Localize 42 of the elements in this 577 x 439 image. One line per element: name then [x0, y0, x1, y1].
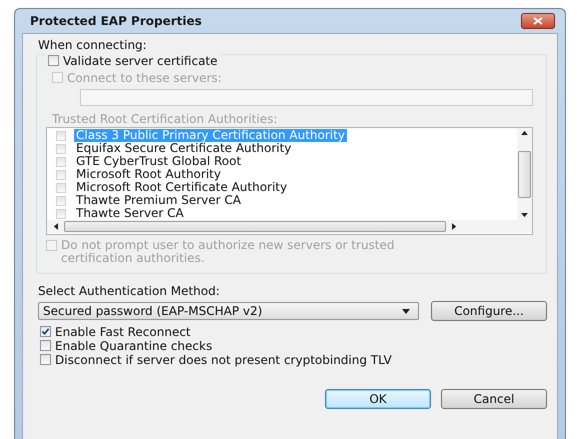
down-arrow-icon[interactable] — [521, 213, 528, 218]
list-item[interactable]: Thawte Premium Server CA — [74, 194, 243, 207]
configure-button[interactable]: Configure... — [431, 301, 547, 321]
list-item[interactable]: Microsoft Root Certificate Authority — [74, 181, 290, 194]
checkbox[interactable] — [56, 157, 66, 167]
checkbox-label: Validate server certificate — [63, 54, 218, 68]
checkbox[interactable] — [56, 196, 66, 206]
vertical-scrollbar[interactable] — [517, 128, 532, 220]
section-label: Select Authentication Method: — [38, 284, 221, 298]
horizontal-scrollbar[interactable] — [47, 220, 532, 233]
checkbox[interactable] — [56, 144, 66, 154]
list-label: Trusted Root Certification Authorities: — [52, 112, 278, 126]
caret-icon — [402, 308, 410, 314]
list-item[interactable]: Equifax Secure Certificate Authority — [74, 142, 294, 155]
checkbox-label: Enable Fast Reconnect — [55, 325, 191, 339]
list-item[interactable]: Thawte Server CA — [74, 207, 186, 220]
list-item[interactable]: GTE CyberTrust Global Root — [74, 155, 244, 168]
window-title: Protected EAP Properties — [30, 14, 202, 28]
checkbox-label: Connect to these servers: — [67, 71, 222, 85]
checkbox-label: Enable Quarantine checks — [55, 339, 212, 353]
up-arrow-icon[interactable] — [521, 130, 528, 135]
dialog-button[interactable]: OK — [325, 389, 431, 409]
checkbox-label: Do not prompt user to authorize new servers or trusted certification authorities. — [61, 239, 396, 265]
checkbox[interactable] — [56, 131, 66, 141]
left-arrow-icon[interactable] — [53, 223, 58, 230]
close-icon — [533, 17, 543, 25]
list-item[interactable]: Microsoft Root Authority — [74, 168, 223, 181]
checkbox[interactable] — [56, 209, 66, 219]
dialog-button[interactable]: Cancel — [441, 389, 547, 409]
section-label: When connecting: — [38, 38, 148, 52]
dropdown-value: Secured password (EAP-MSCHAP v2) — [43, 304, 262, 318]
checkbox[interactable] — [40, 354, 51, 365]
checkbox[interactable] — [40, 326, 51, 337]
certificate-list[interactable] — [46, 127, 533, 235]
checkbox[interactable] — [40, 340, 51, 351]
close-button[interactable] — [521, 13, 555, 29]
checkbox[interactable] — [56, 170, 66, 180]
method-dropdown[interactable]: Secured password (EAP-MSCHAP v2) — [38, 302, 419, 320]
checkbox-label: Disconnect if server does not present cryptobinding TLV — [55, 353, 392, 367]
right-arrow-icon[interactable] — [452, 223, 457, 230]
checkbox[interactable] — [48, 55, 59, 66]
checkbox[interactable] — [56, 183, 66, 193]
